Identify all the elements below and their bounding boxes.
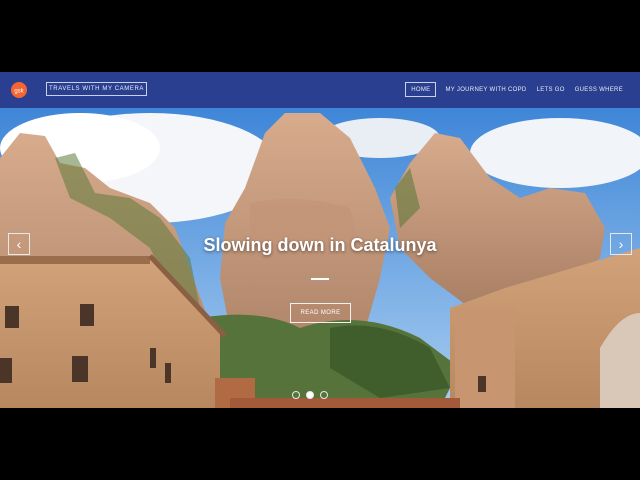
title-divider (311, 278, 329, 280)
slide-dot-3[interactable] (320, 391, 328, 399)
nav-my-journey-with-copd[interactable]: MY JOURNEY WITH COPD (440, 82, 531, 97)
navbar: gsk TRAVELS WITH MY CAMERA HOME MY JOURN… (0, 72, 640, 108)
main-nav: HOME MY JOURNEY WITH COPD LETS GO GUESS … (405, 82, 628, 97)
nav-home[interactable]: HOME (405, 82, 437, 97)
slide-dot-1[interactable] (292, 391, 300, 399)
hero-image (0, 108, 640, 408)
read-more-button[interactable]: READ MORE (290, 303, 351, 323)
slide-dot-2[interactable] (306, 391, 314, 399)
site-title[interactable]: TRAVELS WITH MY CAMERA (46, 82, 147, 96)
browser-viewport: gsk TRAVELS WITH MY CAMERA HOME MY JOURN… (0, 72, 640, 408)
slide-title: Slowing down in Catalunya (203, 235, 437, 255)
logo-text: gsk (14, 89, 24, 95)
gsk-logo[interactable]: gsk (9, 81, 29, 99)
nav-guess-where[interactable]: GUESS WHERE (570, 82, 628, 97)
nav-lets-go[interactable]: LETS GO (532, 82, 570, 97)
hero-carousel: ‹ › Slowing down in Catalunya READ MORE (0, 108, 640, 408)
carousel-indicators (292, 391, 328, 399)
